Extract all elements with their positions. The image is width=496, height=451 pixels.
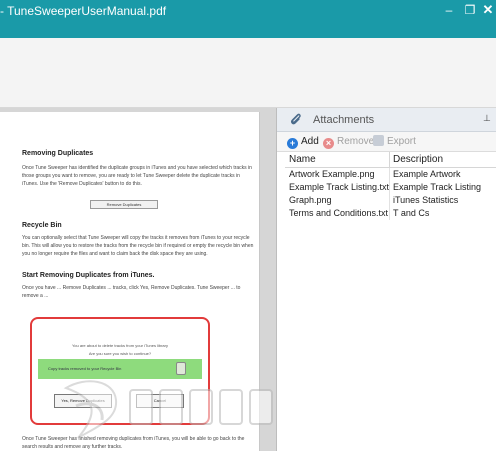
watermark-logo-icon	[63, 380, 273, 439]
table-row[interactable]: Terms and Conditions.txt T and Cs	[285, 207, 496, 220]
doc-heading-removing: Removing Duplicates	[22, 150, 94, 157]
attachment-name: Terms and Conditions.txt	[289, 208, 389, 218]
document-view[interactable]: Removing Duplicates Once Tune Sweeper ha…	[0, 108, 276, 451]
export-attachment-button[interactable]: Export	[373, 135, 416, 149]
attachments-table: Name Description Artwork Example.png Exa…	[285, 152, 496, 220]
minimize-button[interactable]: –	[440, 2, 458, 18]
export-label: Export	[387, 136, 416, 147]
doc-paragraph-1: Once Tune Sweeper has identified the dup…	[22, 165, 252, 187]
attachments-title: Attachments	[313, 114, 375, 126]
attachment-name: Graph.png	[289, 195, 332, 205]
add-attachment-button[interactable]: + Add	[287, 135, 319, 149]
doc-heading-recycle: Recycle Bin	[22, 222, 62, 229]
doc-remove-duplicates-button-image: Remove Duplicates	[90, 200, 158, 209]
close-button[interactable]: ✕	[479, 2, 496, 18]
title-bar: - TuneSweeperUserManual.pdf – ❐ ✕	[0, 0, 496, 38]
column-header-name[interactable]: Name	[289, 154, 316, 165]
attachment-name: Artwork Example.png	[289, 169, 375, 179]
dialog-checkbox-label: Copy tracks removed to your Recycle Bin	[48, 366, 122, 371]
attachment-description: T and Cs	[393, 208, 430, 218]
table-header: Name Description	[285, 152, 496, 168]
window-title: - TuneSweeperUserManual.pdf	[0, 4, 167, 18]
attachments-panel: Attachments ⊥ + Add × Remove Export Name D…	[276, 108, 496, 451]
export-icon	[373, 135, 384, 146]
attachment-name: Example Track Listing.txt	[289, 182, 390, 192]
remove-attachment-button[interactable]: × Remove	[323, 135, 374, 149]
remove-icon: ×	[323, 138, 334, 149]
doc-paragraph-3: Once you have ... Remove Duplicates ... …	[22, 285, 241, 299]
add-label: Add	[301, 136, 319, 147]
pin-icon[interactable]: ⊥	[483, 113, 491, 124]
doc-paragraph-2: You can optionally select that Tune Swee…	[22, 235, 254, 257]
attachment-description: iTunes Statistics	[393, 195, 459, 205]
pdf-viewer-window: - TuneSweeperUserManual.pdf – ❐ ✕ Removi…	[0, 0, 496, 451]
doc-heading-start: Start Removing Duplicates from iTunes.	[22, 272, 155, 279]
ribbon-bar	[0, 38, 496, 108]
attachment-description: Example Artwork	[393, 169, 461, 179]
dialog-question-line: Are you sure you wish to continue?	[88, 351, 152, 356]
table-row[interactable]: Example Track Listing.txt Example Track …	[285, 181, 496, 194]
maximize-button[interactable]: ❐	[461, 2, 479, 18]
recycle-bin-icon	[176, 362, 186, 375]
column-divider[interactable]	[389, 152, 390, 168]
column-header-description[interactable]: Description	[393, 154, 443, 165]
remove-label: Remove	[337, 136, 375, 147]
table-row[interactable]: Graph.png iTunes Statistics	[285, 194, 496, 207]
attachments-toolbar: + Add × Remove Export	[277, 132, 496, 152]
attachment-description: Example Track Listing	[393, 182, 482, 192]
dialog-warning-line: You are about to delete tracks from your…	[72, 343, 168, 348]
paperclip-icon	[291, 113, 301, 125]
attachments-header: Attachments ⊥	[277, 108, 496, 132]
table-row[interactable]: Artwork Example.png Example Artwork	[285, 168, 496, 181]
add-icon: +	[287, 138, 298, 149]
